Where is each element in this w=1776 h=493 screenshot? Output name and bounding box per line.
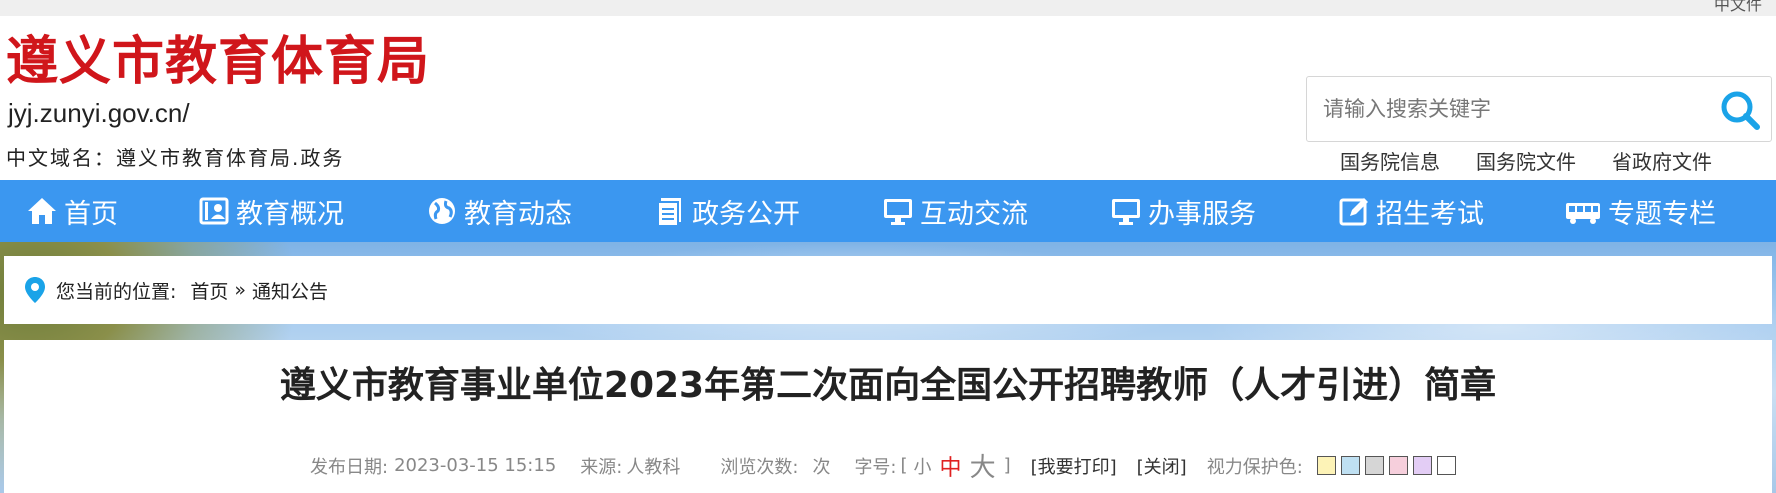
quick-link-state-council-info[interactable]: 国务院信息 — [1340, 146, 1440, 175]
nav-item-interaction[interactable]: 互动交流 — [882, 180, 1028, 242]
search-box — [1306, 76, 1772, 142]
eye-color-swatch-gray[interactable] — [1364, 456, 1384, 475]
profile-card-icon — [199, 197, 229, 225]
font-size-bracket-close: ] — [1003, 455, 1011, 476]
monitor-icon — [1112, 199, 1140, 225]
site-header: 遵义市教育体育局 jyj.zunyi.gov.cn/ 中文域名：遵义市教育体育局… — [0, 16, 1776, 180]
print-button[interactable]: [我要打印] — [1031, 453, 1117, 479]
search-button[interactable] — [1717, 87, 1763, 133]
site-logo-domain: 中文域名：遵义市教育体育局.政务 — [6, 146, 345, 170]
nav-item-label: 专题专栏 — [1608, 198, 1716, 230]
quick-link-provincial-docs[interactable]: 省政府文件 — [1612, 146, 1712, 175]
nav-item-enrollment-exams[interactable]: 招生考试 — [1338, 180, 1484, 242]
close-button[interactable]: [关闭] — [1137, 453, 1187, 479]
views-unit: 次 — [812, 456, 831, 478]
quick-links: 国务院信息 国务院文件 省政府文件 — [1340, 146, 1712, 175]
top-bar-link[interactable]: 中文件 — [1714, 0, 1762, 15]
search-input[interactable] — [1323, 89, 1703, 129]
breadcrumb-separator: » — [234, 279, 247, 301]
breadcrumb-label: 您当前的位置: — [56, 280, 177, 303]
nav-item-label: 教育概况 — [236, 198, 344, 230]
home-icon — [28, 198, 56, 224]
breadcrumb-home-link[interactable]: 首页 — [190, 277, 228, 304]
edit-icon — [1339, 198, 1368, 226]
location-pin-icon — [25, 277, 45, 303]
publish-date-label: 发布日期: — [310, 456, 389, 478]
search-icon — [1721, 91, 1760, 130]
article-meta: 发布日期: 2023-03-15 15:15 来源: 人教科 浏览次数: 次 字… — [310, 447, 1461, 484]
eye-color-swatch-yellow[interactable] — [1316, 456, 1336, 475]
views-label: 浏览次数: — [720, 456, 799, 478]
font-size-small-button[interactable]: 小 — [914, 453, 932, 479]
article-title: 遵义市教育事业单位2023年第二次面向全国公开招聘教师（人才引进）简章 — [279, 365, 1497, 406]
nav-item-label: 招生考试 — [1376, 198, 1484, 230]
nav-item-label: 互动交流 — [920, 198, 1028, 230]
nav-item-services[interactable]: 办事服务 — [1110, 180, 1256, 242]
source-label: 来源: — [580, 456, 623, 478]
nav-item-special-topics[interactable]: 专题专栏 — [1564, 180, 1716, 242]
source-value: 人教科 — [626, 456, 681, 478]
nav-item-overview[interactable]: 教育概况 — [198, 180, 344, 242]
eye-color-swatch-blue[interactable] — [1340, 456, 1360, 475]
article-panel: 遵义市教育事业单位2023年第二次面向全国公开招聘教师（人才引进）简章 发布日期… — [4, 340, 1772, 493]
eye-color-swatch-white[interactable] — [1436, 456, 1456, 475]
font-size-medium-button[interactable]: 中 — [940, 450, 962, 482]
font-size-large-button[interactable]: 大 — [970, 447, 996, 484]
top-bar: 中文件 — [0, 0, 1776, 16]
eye-color-swatch-pink[interactable] — [1388, 456, 1408, 475]
monitor-icon — [884, 199, 912, 225]
bus-icon — [1566, 203, 1600, 224]
nav-item-label: 首页 — [64, 198, 118, 230]
nav-item-news[interactable]: 教育动态 — [426, 180, 572, 242]
eye-protection-label: 视力保护色: — [1206, 456, 1303, 478]
nav-item-home[interactable]: 首页 — [26, 180, 118, 242]
site-logo-url: jyj.zunyi.gov.cn/ — [8, 98, 190, 128]
breadcrumb-notice-link[interactable]: 通知公告 — [252, 277, 328, 304]
publish-date-value: 2023-03-15 15:15 — [394, 455, 557, 476]
font-size-label: 字号: — [854, 456, 897, 478]
font-size-bracket-open: [ — [900, 455, 908, 476]
quick-link-state-council-docs[interactable]: 国务院文件 — [1476, 146, 1576, 175]
globe-icon — [429, 198, 455, 224]
nav-item-label: 办事服务 — [1148, 198, 1256, 230]
document-icon — [657, 198, 681, 227]
main-nav: 首页 教育概况 教育动态 政务公开 互动交流 办事服务 招生考试 专题专栏 — [0, 180, 1776, 242]
nav-item-label: 教育动态 — [464, 198, 572, 230]
nav-item-label: 政务公开 — [692, 198, 800, 230]
eye-color-swatch-purple[interactable] — [1412, 456, 1432, 475]
nav-item-government-affairs[interactable]: 政务公开 — [654, 180, 800, 242]
site-logo-title[interactable]: 遵义市教育体育局 — [6, 30, 430, 94]
breadcrumb: 您当前的位置: 首页 » 通知公告 — [4, 256, 1772, 324]
